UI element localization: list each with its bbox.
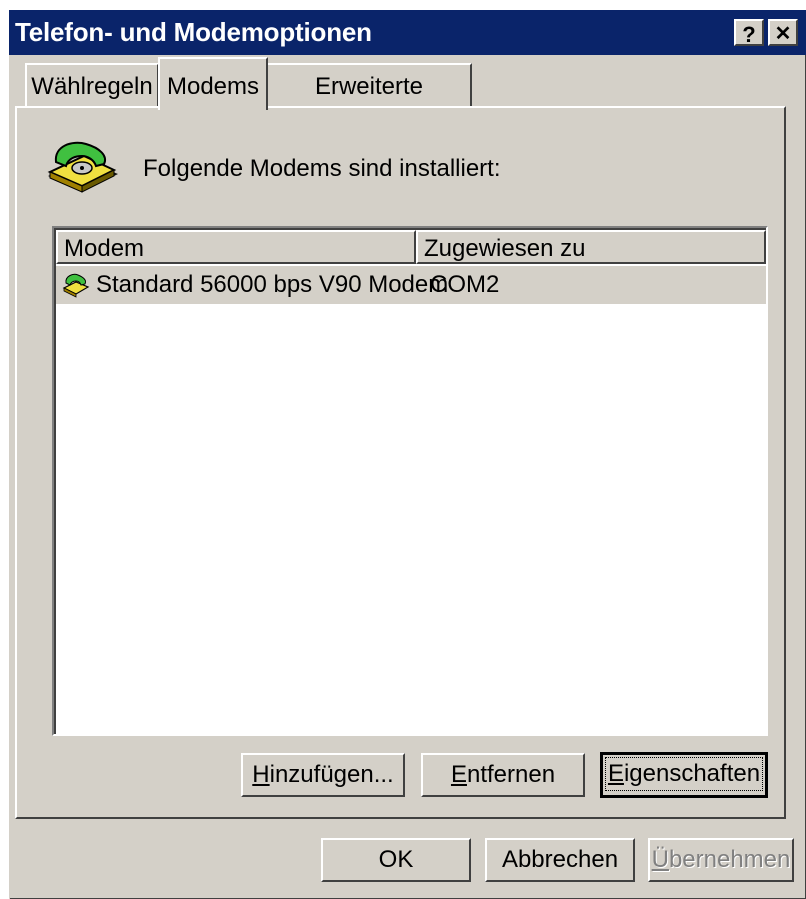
close-button[interactable]: ✕: [768, 19, 798, 46]
add-button-label: inzufügen...: [269, 761, 394, 788]
window-title: Telefon- und Modemoptionen: [15, 17, 372, 47]
tab-modems[interactable]: Modems: [158, 57, 268, 110]
table-row[interactable]: Standard 56000 bps V90 Modem COM2: [56, 266, 766, 304]
focus-rectangle: Eigenschaften: [604, 757, 764, 791]
modem-icon: [62, 273, 90, 298]
column-header-label: Zugewiesen zu: [424, 235, 586, 262]
tab-erweiterte-optionen[interactable]: Erweiterte Optionen: [266, 63, 472, 144]
properties-button-label: igenschaften: [623, 760, 761, 787]
title-bar[interactable]: Telefon- und Modemoptionen ? ✕: [9, 10, 806, 55]
ok-button[interactable]: OK: [321, 838, 471, 882]
column-header-assigned-to[interactable]: Zugewiesen zu: [416, 230, 766, 264]
telephone-modem-icon: [47, 141, 118, 193]
apply-button[interactable]: Übernehmen: [648, 838, 794, 882]
tab-waehlregeln[interactable]: Wählregeln: [25, 63, 159, 108]
column-header-modem[interactable]: Modem: [56, 230, 416, 264]
ok-button-label: OK: [378, 846, 414, 873]
modem-port: COM2: [430, 271, 500, 298]
help-icon: ?: [742, 22, 756, 47]
remove-button-label: ntfernen: [466, 761, 556, 788]
apply-button-label: bernehmen: [668, 846, 791, 873]
cancel-button-label: Abbrechen: [501, 846, 619, 873]
column-header-label: Modem: [64, 235, 145, 262]
installed-modems-label: Folgende Modems sind installiert:: [143, 155, 501, 182]
modem-name: Standard 56000 bps V90 Modem: [96, 271, 449, 298]
add-button-accesskey: H: [252, 761, 270, 788]
apply-button-accesskey: Ü: [651, 846, 669, 873]
remove-button-accesskey: E: [450, 761, 467, 788]
close-icon: ✕: [774, 23, 792, 45]
tab-label: Wählregeln: [31, 73, 153, 100]
properties-button-accesskey: E: [607, 760, 624, 787]
remove-button[interactable]: Entfernen: [421, 753, 585, 797]
tab-label: Modems: [166, 73, 260, 100]
cancel-button[interactable]: Abbrechen: [485, 838, 635, 882]
add-button[interactable]: Hinzufügen...: [241, 753, 405, 797]
properties-button[interactable]: Eigenschaften: [600, 752, 768, 798]
modem-list[interactable]: Modem Zugewiesen zu Standard 56000 bps V…: [52, 226, 768, 736]
help-button[interactable]: ?: [734, 19, 764, 47]
